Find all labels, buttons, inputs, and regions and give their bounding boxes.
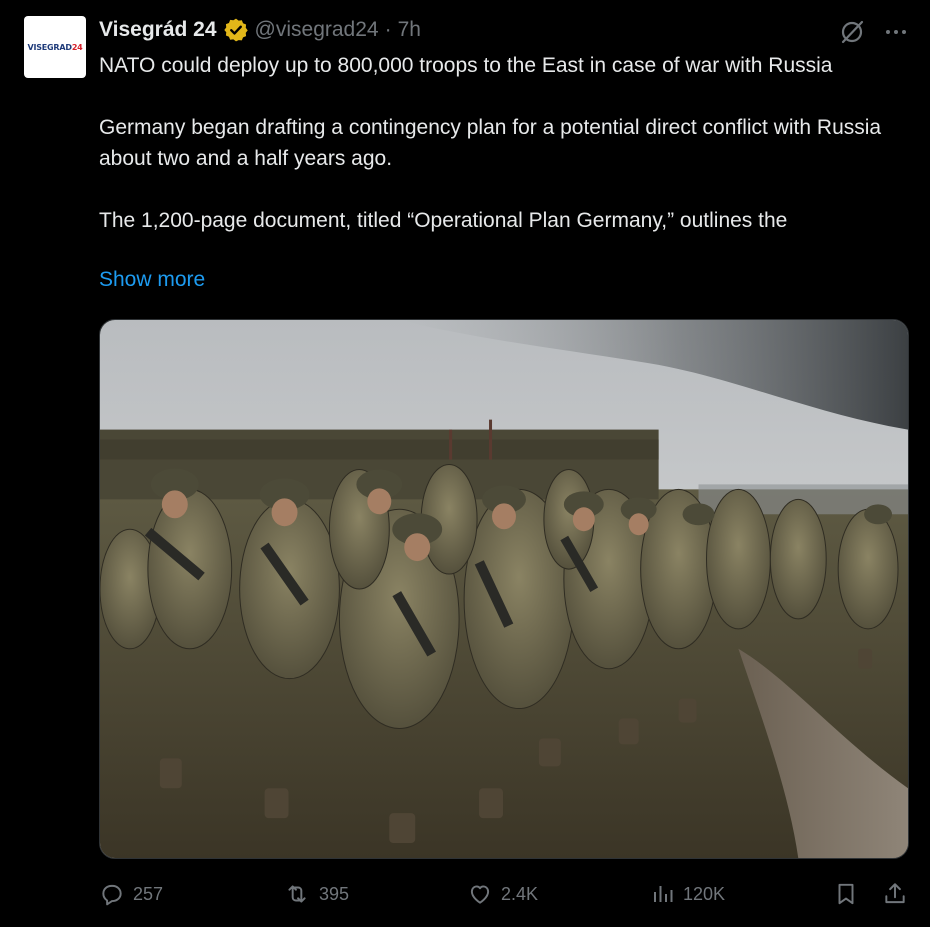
- views-button[interactable]: 120K: [651, 872, 725, 916]
- tweet-text: NATO could deploy up to 800,000 troops t…: [99, 50, 909, 236]
- views-count: 120K: [683, 883, 726, 904]
- like-button[interactable]: 2.4K: [467, 872, 538, 916]
- reply-icon: [102, 884, 122, 906]
- more-options-icon[interactable]: [884, 20, 908, 44]
- reply-count: 257: [133, 883, 164, 904]
- avatar-logo: VISEGRAD24: [27, 42, 83, 52]
- heart-icon: [470, 885, 490, 904]
- reply-button[interactable]: 257: [99, 872, 163, 916]
- tweet-paragraph: Germany began drafting a contingency pla…: [99, 116, 882, 170]
- tweet-header: Visegrád 24 @visegrad24 · 7h: [99, 16, 421, 44]
- tweet-paragraph: The 1,200-page document, titled “Operati…: [99, 209, 788, 232]
- display-name[interactable]: Visegrád 24: [99, 18, 217, 42]
- timestamp[interactable]: 7h: [398, 18, 421, 42]
- bookmark-button[interactable]: [833, 872, 859, 916]
- share-button[interactable]: [882, 872, 908, 916]
- repost-button[interactable]: 395: [283, 872, 349, 916]
- share-icon: [885, 883, 905, 904]
- user-handle[interactable]: @visegrad24: [255, 18, 379, 42]
- bookmark-icon: [838, 883, 854, 905]
- like-count: 2.4K: [501, 883, 539, 904]
- tweet-actions-bar: 257 395 2.4K 120K: [0, 872, 930, 916]
- tweet-top-actions: [838, 18, 908, 46]
- repost-icon: [288, 885, 306, 903]
- views-icon: [654, 886, 673, 902]
- show-more-link[interactable]: Show more: [99, 268, 205, 292]
- tweet-paragraph: NATO could deploy up to 800,000 troops t…: [99, 54, 833, 77]
- separator-dot: ·: [384, 18, 392, 41]
- soldiers-marching-photo: [100, 320, 908, 858]
- repost-count: 395: [319, 883, 350, 904]
- grok-icon[interactable]: [838, 18, 866, 46]
- tweet-media-photo[interactable]: [99, 319, 909, 859]
- avatar[interactable]: VISEGRAD24: [24, 16, 86, 78]
- verified-badge-icon[interactable]: [223, 17, 249, 43]
